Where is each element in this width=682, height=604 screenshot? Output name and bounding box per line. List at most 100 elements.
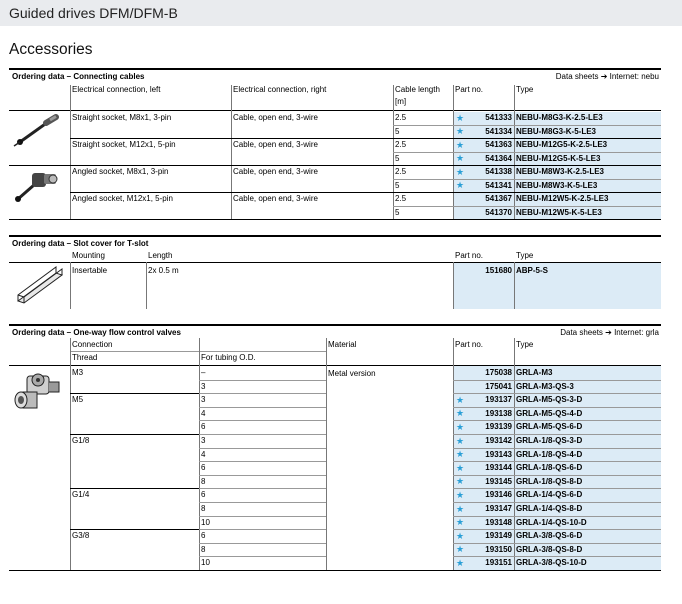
flow-tubing-od: 6 bbox=[201, 490, 206, 500]
flow-row-rule bbox=[453, 420, 661, 422]
flow-row-rule bbox=[199, 420, 326, 422]
flow-row-rule bbox=[453, 502, 661, 503]
cable-right-connection: Cable, open end, 3-wire bbox=[233, 167, 318, 176]
flow-row-rule bbox=[453, 393, 661, 395]
cable-part-number: 541338 bbox=[485, 167, 512, 176]
flow-vline bbox=[199, 338, 200, 570]
flow-row-rule bbox=[199, 474, 326, 476]
slot-header-rule bbox=[9, 262, 661, 263]
slot-header-type: Type bbox=[516, 251, 534, 260]
cables-group-rule bbox=[70, 192, 661, 193]
cables-bottom-rule bbox=[9, 219, 661, 220]
cable-type: NEBU-M12W5-K-2.5-LE3 bbox=[516, 194, 609, 203]
page-title: Accessories bbox=[9, 41, 93, 58]
flow-row-rule bbox=[199, 502, 326, 503]
flow-part-number: 193149 bbox=[485, 531, 512, 541]
flow-header-rule bbox=[9, 365, 661, 366]
cable-length: 2.5 bbox=[395, 194, 407, 203]
flow-row-rule bbox=[199, 447, 326, 449]
cable-part-number: 541370 bbox=[485, 207, 512, 217]
flow-tubing-od: 6 bbox=[201, 422, 206, 432]
flow-tubing-od: 10 bbox=[201, 517, 210, 527]
flow-header-connection: Connection bbox=[72, 340, 113, 349]
cable-right-connection: Cable, open end, 3-wire bbox=[233, 194, 318, 203]
cable-length: 5 bbox=[395, 126, 400, 136]
flow-row-rule bbox=[453, 461, 661, 463]
flow-tubing-od: 3 bbox=[201, 436, 206, 445]
flow-tubing-od: 4 bbox=[201, 449, 206, 459]
cable-part-number: 541367 bbox=[485, 194, 512, 203]
slot-mounting-value: Insertable bbox=[72, 266, 108, 275]
flow-thread: G3/8 bbox=[72, 531, 90, 541]
cable-length: 2.5 bbox=[395, 167, 407, 176]
cables-top-rule bbox=[9, 68, 661, 70]
slot-cover-image bbox=[12, 265, 66, 312]
cables-section: Ordering data – Connecting cables Data s… bbox=[9, 68, 661, 220]
flow-title: Ordering data – One-way flow control val… bbox=[12, 328, 181, 337]
cables-group-rule bbox=[70, 138, 661, 139]
flow-tubing-od: 8 bbox=[201, 504, 206, 513]
flow-row-rule bbox=[453, 515, 661, 517]
page-header: Guided drives DFM/DFM-B bbox=[0, 0, 682, 26]
slot-type-value: ABP-5-S bbox=[516, 266, 549, 275]
slot-top-rule bbox=[9, 235, 661, 237]
flow-part-number: 193139 bbox=[485, 422, 512, 432]
cables-group-rule bbox=[70, 165, 661, 166]
flow-row-rule bbox=[199, 379, 326, 381]
cables-header-right: Electrical connection, right bbox=[233, 85, 327, 94]
flow-valves-section: Ordering data – One-way flow control val… bbox=[9, 324, 661, 571]
flow-bottom-rule bbox=[9, 570, 661, 571]
cable-part-number: 541341 bbox=[485, 180, 512, 190]
cables-row-rule bbox=[393, 205, 661, 207]
flow-tubing-od: 4 bbox=[201, 408, 206, 418]
flow-part-number: 193150 bbox=[485, 544, 512, 554]
flow-type: GRLA-1/8-QS-6-D bbox=[516, 463, 583, 473]
flow-type: GRLA-3/8-QS-10-D bbox=[516, 558, 587, 568]
cable-length: 2.5 bbox=[395, 113, 407, 122]
cables-row-rule bbox=[393, 178, 661, 180]
flow-tubing-od: 8 bbox=[201, 476, 206, 486]
flow-type: GRLA-1/4-QS-6-D bbox=[516, 490, 583, 500]
flow-vline bbox=[70, 338, 71, 570]
cables-header-rule bbox=[9, 110, 661, 111]
cable-type: NEBU-M12G5-K-5-LE3 bbox=[516, 153, 601, 163]
flow-type: GRLA-1/4-QS-8-D bbox=[516, 504, 583, 513]
flow-type: GRLA-3/8-QS-8-D bbox=[516, 544, 583, 554]
slot-header-mounting: Mounting bbox=[72, 251, 105, 260]
flow-datasheets-link[interactable]: Data sheets ➔ Internet: grla bbox=[560, 328, 659, 337]
flow-row-rule bbox=[453, 529, 661, 531]
cables-header-part: Part no. bbox=[455, 85, 484, 94]
cable-right-connection: Cable, open end, 3-wire bbox=[233, 113, 318, 122]
flow-tubing-od: 8 bbox=[201, 544, 206, 554]
flow-type: GRLA-M5-QS-6-D bbox=[516, 422, 583, 432]
cable-length: 5 bbox=[395, 207, 400, 217]
flow-part-number: 193137 bbox=[485, 395, 512, 405]
cables-row-rule bbox=[393, 151, 661, 153]
cable-type: NEBU-M8G3-K-5-LE3 bbox=[516, 126, 597, 136]
flow-header-thread: Thread bbox=[72, 353, 98, 362]
cable-part-number: 541364 bbox=[485, 153, 512, 163]
slot-length-value: 2x 0.5 m bbox=[148, 266, 179, 275]
flow-row-rule bbox=[199, 434, 326, 435]
flow-part-number: 193148 bbox=[485, 517, 512, 527]
flow-row-rule bbox=[453, 488, 661, 490]
flow-type: GRLA-M3-QS-3 bbox=[516, 381, 574, 391]
flow-tubing-od: 3 bbox=[201, 395, 206, 405]
flow-row-rule bbox=[453, 434, 661, 435]
flow-part-number: 193138 bbox=[485, 408, 512, 418]
cable-part-number: 541334 bbox=[485, 126, 512, 136]
flow-thread: G1/8 bbox=[72, 436, 90, 445]
cable-type: NEBU-M12G5-K-2.5-LE3 bbox=[516, 140, 608, 149]
flow-part-number: 193142 bbox=[485, 436, 512, 445]
flow-row-rule bbox=[199, 461, 326, 463]
cables-header-length-unit: [m] bbox=[395, 97, 407, 106]
flow-part-number: 175038 bbox=[485, 368, 512, 377]
cables-datasheets-link[interactable]: Data sheets ➔ Internet: nebu bbox=[556, 72, 659, 81]
flow-header-type: Type bbox=[516, 340, 534, 349]
flow-tubing-od: 6 bbox=[201, 463, 206, 473]
flow-row-rule bbox=[199, 488, 326, 490]
cable-part-number: 541333 bbox=[485, 113, 512, 122]
flow-row-rule bbox=[453, 474, 661, 476]
slot-vline bbox=[146, 262, 147, 309]
flow-vline bbox=[514, 338, 515, 570]
